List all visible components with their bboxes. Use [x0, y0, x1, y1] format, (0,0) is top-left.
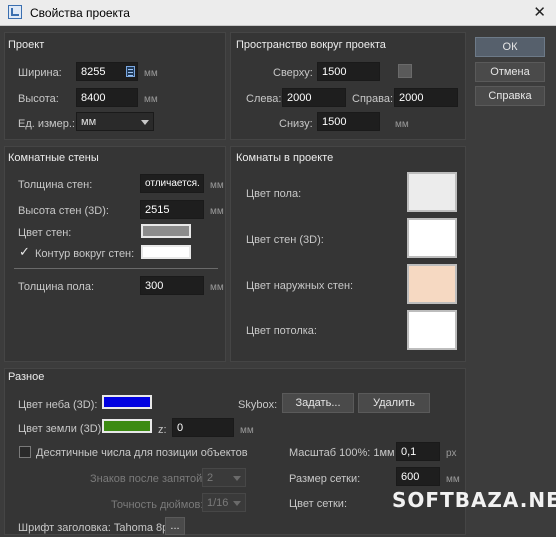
link-icon[interactable] [398, 64, 412, 78]
chevron-down-icon [233, 501, 241, 506]
decimals-after-value: 2 [207, 472, 214, 484]
project-header: Проект [8, 39, 45, 51]
z-label: z: [158, 424, 167, 436]
inch-precision-select[interactable]: 1/16 [202, 493, 246, 512]
z-unit: мм [240, 425, 254, 436]
wall-height-unit: мм [210, 206, 224, 217]
floor-thickness-input[interactable]: 300 [140, 276, 204, 295]
scale-input[interactable]: 0,1 [396, 442, 440, 461]
walls3d-color-label: Цвет стен (3D): [246, 234, 324, 246]
help-button[interactable]: Справка [475, 86, 545, 106]
grid-size-input[interactable]: 600 [396, 467, 440, 486]
decimals-checkbox[interactable] [19, 446, 31, 458]
top-label: Сверху: [273, 67, 313, 79]
wall-thickness-label: Толщина стен: [18, 179, 93, 191]
inch-precision-label: Точность дюймов: [111, 499, 204, 511]
chevron-down-icon [141, 120, 149, 125]
ok-button[interactable]: ОК [475, 37, 545, 57]
close-icon[interactable]: ✕ [533, 3, 546, 21]
top-input[interactable]: 1500 [317, 62, 380, 81]
height-label: Высота: [18, 93, 59, 105]
outline-label: Контур вокруг стен: [35, 248, 135, 260]
bottom-label: Снизу: [279, 118, 313, 130]
grid-size-unit: мм [446, 474, 460, 485]
app-icon [8, 5, 22, 19]
cancel-button[interactable]: Отмена [475, 62, 545, 82]
wall-thickness-input[interactable]: отличается. [140, 174, 204, 193]
grid-color-label: Цвет сетки: [289, 498, 348, 510]
outline-color-swatch[interactable] [141, 245, 191, 259]
rooms-header: Комнаты в проекте [236, 152, 334, 164]
wall-color-swatch[interactable] [141, 224, 191, 238]
sky-color-label: Цвет неба (3D): [18, 399, 98, 411]
units-select[interactable]: мм [76, 112, 154, 131]
walls3d-color-swatch[interactable] [407, 218, 457, 258]
decimals-after-select[interactable]: 2 [202, 468, 246, 487]
skybox-delete-button[interactable]: Удалить [358, 393, 430, 413]
ground-color-label: Цвет земли (3D): [18, 423, 105, 435]
height-input[interactable]: 8400 [76, 88, 138, 107]
wall-height-input[interactable]: 2515 [140, 200, 204, 219]
chevron-down-icon [233, 476, 241, 481]
title-bar: Свойства проекта ✕ [0, 0, 556, 26]
skybox-set-button[interactable]: Задать... [282, 393, 354, 413]
wall-color-label: Цвет стен: [18, 227, 72, 239]
outer-walls-color-label: Цвет наружных стен: [246, 280, 354, 292]
wall-height-label: Высота стен (3D): [18, 205, 109, 217]
sky-color-swatch[interactable] [102, 395, 152, 409]
divider [14, 268, 218, 269]
floor-color-swatch[interactable] [407, 172, 457, 212]
decimals-after-label: Знаков после запятой: [90, 473, 206, 485]
ceiling-color-label: Цвет потолка: [246, 325, 317, 337]
left-label: Слева: [246, 93, 282, 105]
right-input[interactable]: 2000 [394, 88, 458, 107]
floor-thickness-label: Толщина пола: [18, 281, 95, 293]
left-input[interactable]: 2000 [282, 88, 346, 107]
misc-header: Разное [8, 371, 45, 383]
bottom-input[interactable]: 1500 [317, 112, 380, 131]
watermark: SOFTBAZA.NET [392, 488, 556, 512]
floor-thickness-unit: мм [210, 282, 224, 293]
wall-thickness-unit: мм [210, 180, 224, 191]
scale-label: Масштаб 100%: 1мм = [289, 447, 405, 459]
floor-color-label: Цвет пола: [246, 188, 302, 200]
walls-header: Комнатные стены [8, 152, 99, 164]
scale-unit: px [446, 448, 457, 459]
width-unit: мм [144, 68, 158, 79]
z-input[interactable]: 0 [172, 418, 234, 437]
width-label: Ширина: [18, 67, 62, 79]
bottom-unit: мм [395, 119, 409, 130]
window-title: Свойства проекта [30, 6, 130, 20]
title-font-label: Шрифт заголовка: Tahoma 8pt [18, 522, 172, 534]
outline-checkbox[interactable]: ✓ [19, 245, 31, 258]
title-font-button[interactable]: ... [165, 517, 185, 535]
grid-size-label: Размер сетки: [289, 473, 361, 485]
inch-precision-value: 1/16 [207, 497, 229, 509]
decimals-label: Десятичные числа для позиции объектов [36, 447, 248, 459]
right-label: Справа: [352, 93, 394, 105]
ground-color-swatch[interactable] [102, 419, 152, 433]
units-value: мм [81, 116, 97, 128]
list-icon[interactable] [126, 66, 135, 77]
height-unit: мм [144, 94, 158, 105]
units-label: Ед. измер.: [18, 118, 75, 130]
skybox-label: Skybox: [238, 399, 278, 411]
ceiling-color-swatch[interactable] [407, 310, 457, 350]
outer-walls-color-swatch[interactable] [407, 264, 457, 304]
space-header: Пространство вокруг проекта [236, 39, 386, 51]
